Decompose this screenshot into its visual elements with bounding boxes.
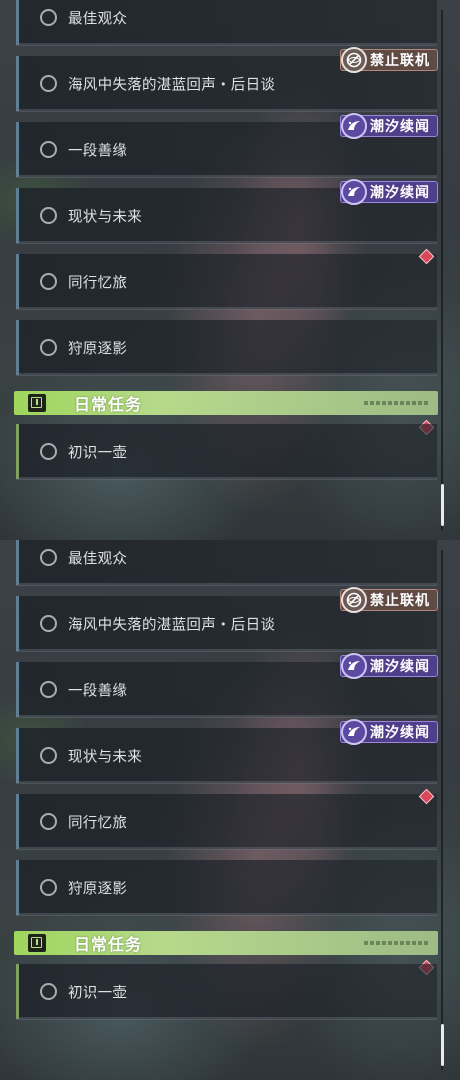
tide-label: 潮汐续闻 bbox=[370, 185, 430, 201]
row-accent-bar bbox=[16, 728, 19, 783]
quest-status-icon bbox=[40, 207, 57, 224]
quest-status-icon bbox=[40, 983, 57, 1000]
daily-quest-icon bbox=[28, 394, 46, 412]
no-coop-tag: 禁止联机 bbox=[340, 587, 438, 613]
quest-label: 初识一壶 bbox=[68, 985, 128, 1001]
row-accent-bar bbox=[16, 540, 19, 585]
row-accent-bar bbox=[16, 662, 19, 717]
quest-label: 一段善缘 bbox=[68, 143, 128, 159]
daily-quest-icon bbox=[28, 934, 46, 952]
scrollbar-thumb[interactable] bbox=[441, 484, 444, 526]
row-accent-bar bbox=[16, 254, 19, 309]
quest-row[interactable]: 初识一壶 bbox=[16, 424, 437, 480]
daily-quest-section-header[interactable]: 日常任务 bbox=[14, 391, 438, 415]
quest-label: 最佳观众 bbox=[68, 551, 128, 567]
quest-label: 现状与未来 bbox=[68, 209, 142, 225]
quest-label: 现状与未来 bbox=[68, 749, 142, 765]
tide-tag: 潮汐续闻 bbox=[340, 653, 438, 679]
scrollbar-track[interactable] bbox=[441, 10, 443, 530]
quest-status-icon bbox=[40, 549, 57, 566]
row-accent-bar bbox=[16, 122, 19, 177]
row-accent-bar bbox=[16, 596, 19, 651]
quest-status-icon bbox=[40, 813, 57, 830]
quest-row[interactable]: 同行忆旅 bbox=[16, 254, 437, 310]
quest-status-icon bbox=[40, 443, 57, 460]
quest-status-icon bbox=[40, 339, 57, 356]
row-accent-bar bbox=[16, 0, 19, 45]
quest-row[interactable]: 最佳观众 bbox=[16, 540, 437, 586]
daily-quest-section-header[interactable]: 日常任务 bbox=[14, 931, 438, 955]
section-title: 日常任务 bbox=[74, 935, 143, 954]
row-accent-bar bbox=[16, 860, 19, 915]
quest-label: 狩原逐影 bbox=[68, 341, 128, 357]
row-accent-bar bbox=[16, 56, 19, 111]
quest-status-icon bbox=[40, 615, 57, 632]
tide-label: 潮汐续闻 bbox=[370, 659, 430, 675]
tide-label: 潮汐续闻 bbox=[370, 725, 430, 741]
quest-row[interactable]: 同行忆旅 bbox=[16, 794, 437, 850]
quest-status-icon bbox=[40, 273, 57, 290]
quest-label: 狩原逐影 bbox=[68, 881, 128, 897]
row-accent-bar bbox=[16, 320, 19, 375]
row-accent-bar bbox=[16, 424, 19, 479]
quest-status-icon bbox=[40, 9, 57, 26]
tide-wave-icon bbox=[341, 653, 367, 679]
quest-status-icon bbox=[40, 141, 57, 158]
quest-status-icon bbox=[40, 681, 57, 698]
tide-wave-icon bbox=[341, 113, 367, 139]
row-accent-bar bbox=[16, 188, 19, 243]
quest-row[interactable]: 最佳观众 bbox=[16, 0, 437, 46]
quest-label: 一段善缘 bbox=[68, 683, 128, 699]
section-title: 日常任务 bbox=[74, 395, 143, 414]
no-coop-label: 禁止联机 bbox=[370, 593, 430, 609]
scrollbar-thumb[interactable] bbox=[441, 1024, 444, 1066]
quest-row[interactable]: 狩原逐影 bbox=[16, 860, 437, 916]
quest-label: 同行忆旅 bbox=[68, 275, 128, 291]
section-decoration bbox=[364, 401, 428, 405]
quest-label: 海风中失落的湛蓝回声・后日谈 bbox=[68, 617, 276, 633]
quest-status-icon bbox=[40, 879, 57, 896]
section-decoration bbox=[364, 941, 428, 945]
tide-label: 潮汐续闻 bbox=[370, 119, 430, 135]
quest-row[interactable]: 初识一壶 bbox=[16, 964, 437, 1020]
quest-status-icon bbox=[40, 747, 57, 764]
tide-tag: 潮汐续闻 bbox=[340, 719, 438, 745]
quest-label: 同行忆旅 bbox=[68, 815, 128, 831]
quest-list-panel: 最佳观众 海风中失落的湛蓝回声・后日谈 一段善缘 现状与未来 同行忆旅 狩原逐影… bbox=[0, 0, 460, 540]
quest-label: 初识一壶 bbox=[68, 445, 128, 461]
quest-label: 海风中失落的湛蓝回声・后日谈 bbox=[68, 77, 276, 93]
no-coop-tag: 禁止联机 bbox=[340, 47, 438, 73]
quest-row[interactable]: 狩原逐影 bbox=[16, 320, 437, 376]
tide-tag: 潮汐续闻 bbox=[340, 113, 438, 139]
quest-label: 最佳观众 bbox=[68, 11, 128, 27]
no-coop-icon bbox=[341, 47, 367, 73]
no-coop-label: 禁止联机 bbox=[370, 53, 430, 69]
quest-status-icon bbox=[40, 75, 57, 92]
row-accent-bar bbox=[16, 964, 19, 1019]
quest-list-panel: 最佳观众 海风中失落的湛蓝回声・后日谈 一段善缘 现状与未来 同行忆旅 狩原逐影… bbox=[0, 540, 460, 1080]
row-accent-bar bbox=[16, 794, 19, 849]
tide-wave-icon bbox=[341, 719, 367, 745]
no-coop-icon bbox=[341, 587, 367, 613]
tide-wave-icon bbox=[341, 179, 367, 205]
tide-tag: 潮汐续闻 bbox=[340, 179, 438, 205]
scrollbar-track[interactable] bbox=[441, 550, 443, 1070]
